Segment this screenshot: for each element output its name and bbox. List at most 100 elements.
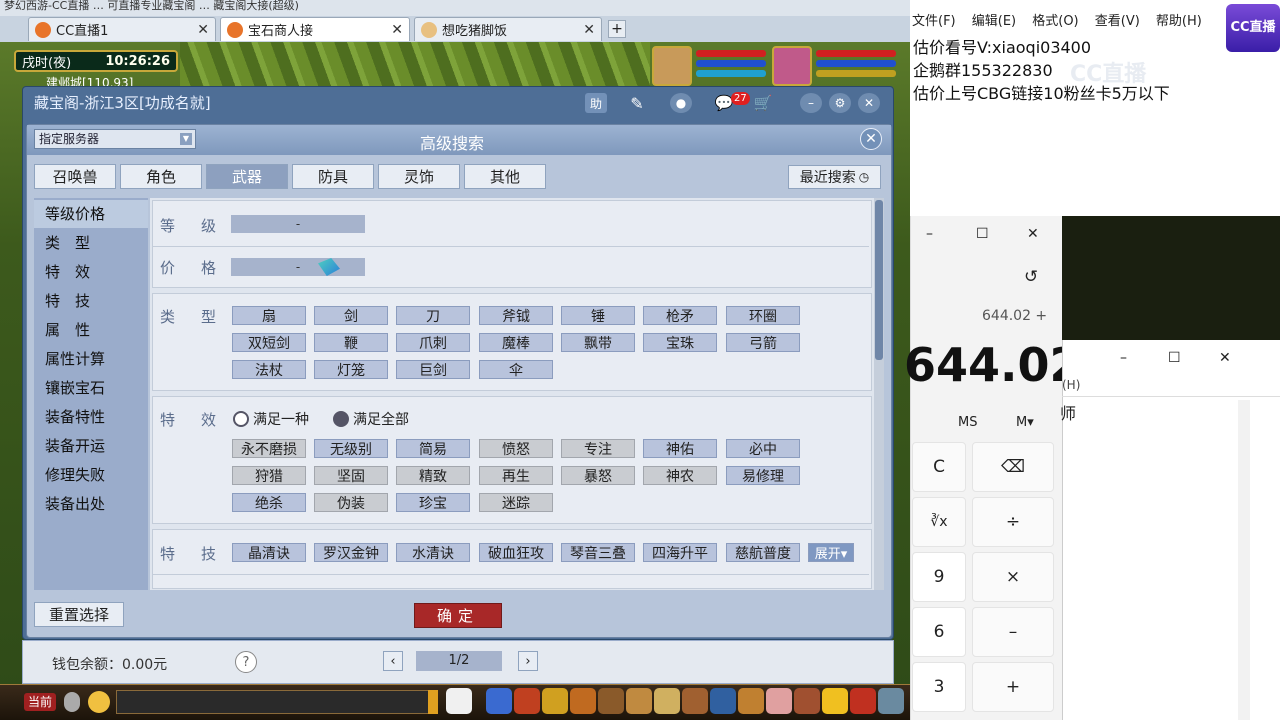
- skill-shuiqing[interactable]: 水清诀: [396, 543, 470, 562]
- clear-button[interactable]: C: [912, 442, 966, 492]
- confirm-button[interactable]: 确定: [414, 603, 502, 628]
- type-wand[interactable]: 魔棒: [479, 333, 553, 352]
- server-select[interactable]: 指定服务器 ▼: [34, 129, 196, 149]
- calc-minimize-button[interactable]: –: [926, 226, 933, 242]
- category-roles[interactable]: 角色: [120, 164, 202, 189]
- plus-button[interactable]: +: [972, 662, 1054, 712]
- chat-input[interactable]: [116, 690, 436, 714]
- effect-regen[interactable]: 再生: [479, 466, 553, 485]
- panda-icon[interactable]: [446, 688, 472, 714]
- gift-icon[interactable]: [850, 688, 876, 714]
- effect-trackless[interactable]: 迷踪: [479, 493, 553, 512]
- effect-simple[interactable]: 简易: [396, 439, 470, 458]
- type-dual-blades[interactable]: 双短剑: [232, 333, 306, 352]
- effect-sturdy[interactable]: 坚固: [314, 466, 388, 485]
- history-icon[interactable]: ↺: [1024, 267, 1038, 287]
- tab-pork-rice[interactable]: 想吃猪脚饭 ✕: [414, 17, 602, 41]
- event-icon[interactable]: [794, 688, 820, 714]
- close-icon[interactable]: ✕: [391, 22, 403, 38]
- type-claw[interactable]: 爪刺: [396, 333, 470, 352]
- divide-button[interactable]: ÷: [972, 497, 1054, 547]
- give-icon[interactable]: [542, 688, 568, 714]
- cube-root-button[interactable]: ∛x: [912, 497, 966, 547]
- tab-cc-live[interactable]: CC直播1 ✕: [28, 17, 216, 41]
- shop-icon[interactable]: [738, 688, 764, 714]
- settings-button[interactable]: ⚙: [829, 93, 851, 113]
- type-hammer[interactable]: 锤: [561, 306, 635, 325]
- effect-shennong[interactable]: 神农: [643, 466, 717, 485]
- nav-equip-traits[interactable]: 装备特性: [34, 403, 148, 431]
- nav-attribute[interactable]: 属 性: [34, 316, 148, 344]
- category-armor[interactable]: 防具: [292, 164, 374, 189]
- close-button[interactable]: ✕: [858, 93, 880, 113]
- new-tab-button[interactable]: +: [608, 20, 626, 38]
- effect-finisher[interactable]: 绝杀: [232, 493, 306, 512]
- peach-icon[interactable]: [766, 688, 792, 714]
- pet-avatar[interactable]: [652, 46, 692, 86]
- digit-6-button[interactable]: 6: [912, 607, 966, 657]
- channel-current-button[interactable]: 当前: [24, 693, 56, 711]
- nav-level-price[interactable]: 等级价格: [34, 200, 148, 228]
- type-blade[interactable]: 刀: [396, 306, 470, 325]
- nav-equip-luck[interactable]: 装备开运: [34, 432, 148, 460]
- type-lantern[interactable]: 灯笼: [314, 360, 388, 379]
- ms-button[interactable]: MS: [958, 415, 977, 430]
- system-icon[interactable]: [878, 688, 904, 714]
- type-orb[interactable]: 宝珠: [643, 333, 717, 352]
- price-range-input[interactable]: -: [231, 258, 365, 276]
- minimize-button[interactable]: –: [800, 93, 822, 113]
- type-ribbon[interactable]: 飘带: [561, 333, 635, 352]
- content-scrollbar[interactable]: [874, 198, 884, 590]
- effect-rage[interactable]: 暴怒: [561, 466, 635, 485]
- recent-search-button[interactable]: 最近搜索 ◷: [788, 165, 881, 189]
- nav-skill[interactable]: 特 技: [34, 287, 148, 315]
- skill-poxue[interactable]: 破血狂攻: [479, 543, 553, 562]
- notepad2-menu[interactable]: (H): [1062, 378, 1080, 392]
- type-spear[interactable]: 枪矛: [643, 306, 717, 325]
- notepad2-scrollbar[interactable]: [1238, 400, 1250, 720]
- radio-any[interactable]: [233, 411, 249, 427]
- team-icon[interactable]: [598, 688, 624, 714]
- multiply-button[interactable]: ×: [972, 552, 1054, 602]
- radio-all[interactable]: [333, 411, 349, 427]
- skill-cihang[interactable]: 慈航普度: [726, 543, 800, 562]
- scrollbar-thumb[interactable]: [875, 200, 883, 360]
- minus-button[interactable]: –: [972, 607, 1054, 657]
- expand-button[interactable]: 展开▾: [808, 543, 854, 562]
- effect-refined[interactable]: 精致: [396, 466, 470, 485]
- smile-icon[interactable]: [822, 688, 848, 714]
- nav-gems[interactable]: 镶嵌宝石: [34, 374, 148, 402]
- effect-disguise[interactable]: 伪装: [314, 493, 388, 512]
- effect-sure-hit[interactable]: 必中: [726, 439, 800, 458]
- level-range-input[interactable]: -: [231, 215, 365, 233]
- skill-icon[interactable]: [710, 688, 736, 714]
- player-avatar[interactable]: [772, 46, 812, 86]
- nav-repair-fail[interactable]: 修理失败: [34, 461, 148, 489]
- type-whip[interactable]: 鞭: [314, 333, 388, 352]
- nav-attr-calc[interactable]: 属性计算: [34, 345, 148, 373]
- next-page-button[interactable]: ›: [518, 651, 538, 671]
- edit-icon[interactable]: ✎: [626, 93, 648, 113]
- effect-treasure[interactable]: 珍宝: [396, 493, 470, 512]
- record-icon[interactable]: ●: [670, 93, 692, 113]
- effect-anger[interactable]: 愤怒: [479, 439, 553, 458]
- quest-icon[interactable]: [654, 688, 680, 714]
- notepad2-text[interactable]: 师: [1060, 400, 1076, 424]
- microphone-icon[interactable]: [64, 692, 80, 712]
- effect-focus[interactable]: 专注: [561, 439, 635, 458]
- type-greatsword[interactable]: 巨剑: [396, 360, 470, 379]
- calc-close-button[interactable]: ✕: [1027, 226, 1039, 242]
- prev-page-button[interactable]: ‹: [383, 651, 403, 671]
- notepad2-maximize-button[interactable]: ☐: [1168, 350, 1181, 366]
- type-staff[interactable]: 法杖: [232, 360, 306, 379]
- cart-icon[interactable]: 🛒: [752, 93, 774, 113]
- type-ring[interactable]: 环圈: [726, 306, 800, 325]
- backspace-button[interactable]: ⌫: [972, 442, 1054, 492]
- skill-qinyin[interactable]: 琴音三叠: [561, 543, 635, 562]
- attack-icon[interactable]: [486, 688, 512, 714]
- type-sword[interactable]: 剑: [314, 306, 388, 325]
- type-umbrella[interactable]: 伞: [479, 360, 553, 379]
- skill-jingqing[interactable]: 晶清诀: [232, 543, 306, 562]
- nav-effect[interactable]: 特 效: [34, 258, 148, 286]
- chat-scroll-handle[interactable]: [428, 690, 438, 714]
